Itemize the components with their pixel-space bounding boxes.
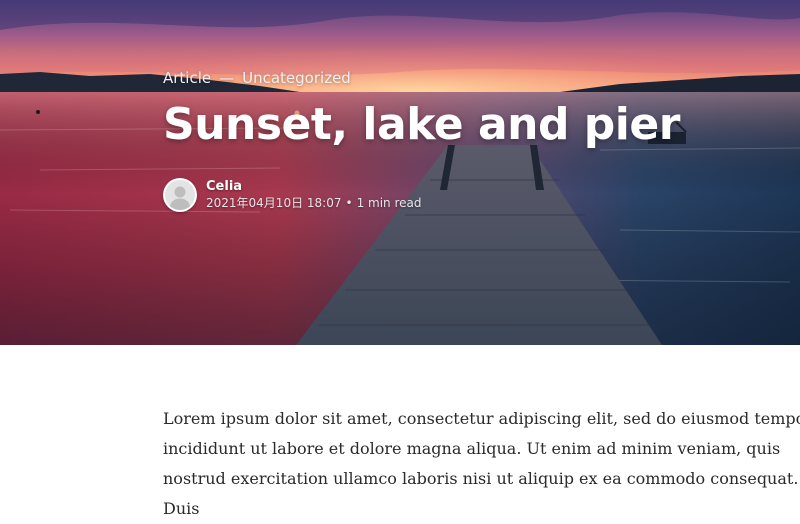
post-byline: Celia 2021年04月10日 18:07 • 1 min read (163, 178, 760, 212)
post-hero: Article — Uncategorized Sunset, lake and p… (0, 0, 800, 345)
category-separator: — (219, 69, 235, 87)
post-content: Lorem ipsum dolor sit amet, consectetur … (163, 404, 800, 524)
post-date: 2021年04月10日 18:07 (206, 196, 342, 210)
post-category-line: Article — Uncategorized (163, 68, 760, 88)
post-type-label: Article (163, 69, 212, 87)
read-time: 1 min read (356, 196, 422, 210)
hero-content: Article — Uncategorized Sunset, lake and p… (163, 68, 760, 212)
category-link[interactable]: Uncategorized (242, 69, 351, 87)
post-title: Sunset, lake and pier (163, 99, 680, 150)
post-date-and-read-time: 2021年04月10日 18:07 • 1 min read (206, 195, 421, 212)
user-avatar-icon (165, 180, 195, 210)
meta-separator: • (345, 196, 353, 210)
author-name-link[interactable]: Celia (206, 178, 421, 195)
author-avatar[interactable] (163, 178, 197, 212)
byline-text: Celia 2021年04月10日 18:07 • 1 min read (206, 178, 421, 212)
post-paragraph: Lorem ipsum dolor sit amet, consectetur … (163, 409, 800, 518)
